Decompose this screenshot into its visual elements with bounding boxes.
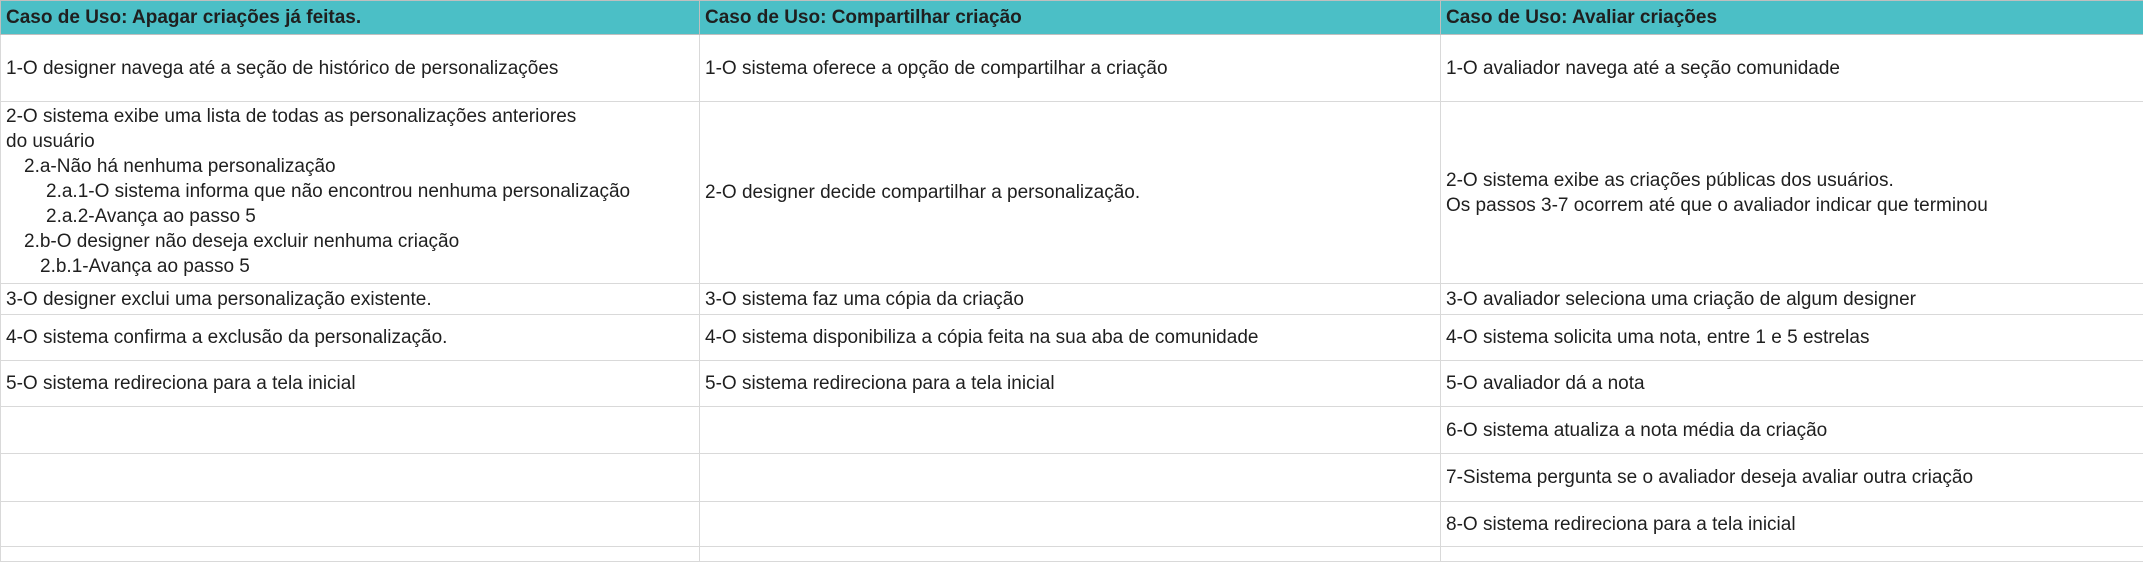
header-cell-avaliar[interactable]: Caso de Uso: Avaliar criações <box>1440 0 2147 35</box>
header-cell-compartilhar[interactable]: Caso de Uso: Compartilhar criação <box>699 0 1441 35</box>
cell-empty[interactable] <box>699 406 1441 454</box>
use-case-table: Caso de Uso: Apagar criações já feitas. … <box>0 0 2147 562</box>
avaliar-step2-note: Os passos 3-7 ocorrem até que o avaliado… <box>1446 194 1988 216</box>
step2b-line: 2.b-O designer não deseja excluir nenhum… <box>24 231 460 252</box>
step2b1-line: 2.b.1-Avança ao passo 5 <box>40 256 250 277</box>
cell-avaliar-step3[interactable]: 3-O avaliador seleciona uma criação de a… <box>1440 283 2147 315</box>
cell-avaliar-step6[interactable]: 6-O sistema atualiza a nota média da cri… <box>1440 406 2147 454</box>
step2-line-cont: do usuário <box>6 131 95 152</box>
cell-avaliar-step8[interactable]: 8-O sistema redireciona para a tela inic… <box>1440 501 2147 547</box>
table-row: 1-O designer navega até a seção de histó… <box>0 34 2147 102</box>
cell-avaliar-step7[interactable]: 7-Sistema pergunta se o avaliador deseja… <box>1440 453 2147 502</box>
step2-line: 2-O sistema exibe uma lista de todas as … <box>6 106 577 127</box>
cell-apagar-step5[interactable]: 5-O sistema redireciona para a tela inic… <box>0 360 700 407</box>
cell-compartilhar-step1[interactable]: 1-O sistema oferece a opção de compartil… <box>699 34 1441 102</box>
cell-compartilhar-step2[interactable]: 2-O designer decide compartilhar a perso… <box>699 101 1441 284</box>
cell-avaliar-step5[interactable]: 5-O avaliador dá a nota <box>1440 360 2147 407</box>
cell-compartilhar-step5[interactable]: 5-O sistema redireciona para a tela inic… <box>699 360 1441 407</box>
cell-apagar-step2[interactable]: 2-O sistema exibe uma lista de todas as … <box>0 101 700 284</box>
table-row: 4-O sistema confirma a exclusão da perso… <box>0 314 2147 361</box>
step2a2-line: 2.a.2-Avança ao passo 5 <box>46 206 256 227</box>
cell-empty[interactable] <box>699 453 1441 502</box>
cell-avaliar-step1[interactable]: 1-O avaliador navega até a seção comunid… <box>1440 34 2147 102</box>
cell-empty[interactable] <box>1440 546 2147 562</box>
cell-avaliar-step2[interactable]: 2-O sistema exibe as criações públicas d… <box>1440 101 2147 284</box>
cell-apagar-step4[interactable]: 4-O sistema confirma a exclusão da perso… <box>0 314 700 361</box>
table-row <box>0 546 2147 562</box>
avaliar-step2-line: 2-O sistema exibe as criações públicas d… <box>1446 169 1894 191</box>
cell-compartilhar-step4[interactable]: 4-O sistema disponibiliza a cópia feita … <box>699 314 1441 361</box>
cell-empty[interactable] <box>0 453 700 502</box>
table-row: 3-O designer exclui uma personalização e… <box>0 283 2147 315</box>
table-row: 8-O sistema redireciona para a tela inic… <box>0 501 2147 547</box>
cell-empty[interactable] <box>0 501 700 547</box>
header-cell-apagar[interactable]: Caso de Uso: Apagar criações já feitas. <box>0 0 700 35</box>
sheet-edge <box>2143 0 2147 567</box>
cell-empty[interactable] <box>0 406 700 454</box>
step2a-line: 2.a-Não há nenhuma personalização <box>24 156 336 177</box>
cell-empty[interactable] <box>699 546 1441 562</box>
cell-apagar-step1[interactable]: 1-O designer navega até a seção de histó… <box>0 34 700 102</box>
table-row: 7-Sistema pergunta se o avaliador deseja… <box>0 453 2147 502</box>
header-row: Caso de Uso: Apagar criações já feitas. … <box>0 0 2147 35</box>
cell-empty[interactable] <box>699 501 1441 547</box>
table-row: 6-O sistema atualiza a nota média da cri… <box>0 406 2147 454</box>
table-row: 2-O sistema exibe uma lista de todas as … <box>0 101 2147 284</box>
cell-compartilhar-step3[interactable]: 3-O sistema faz uma cópia da criação <box>699 283 1441 315</box>
step2a1-line: 2.a.1-O sistema informa que não encontro… <box>46 181 631 202</box>
spreadsheet: Caso de Uso: Apagar criações já feitas. … <box>0 0 2147 567</box>
table-row: 5-O sistema redireciona para a tela inic… <box>0 360 2147 407</box>
cell-empty[interactable] <box>0 546 700 562</box>
cell-avaliar-step4[interactable]: 4-O sistema solicita uma nota, entre 1 e… <box>1440 314 2147 361</box>
cell-apagar-step3[interactable]: 3-O designer exclui uma personalização e… <box>0 283 700 315</box>
